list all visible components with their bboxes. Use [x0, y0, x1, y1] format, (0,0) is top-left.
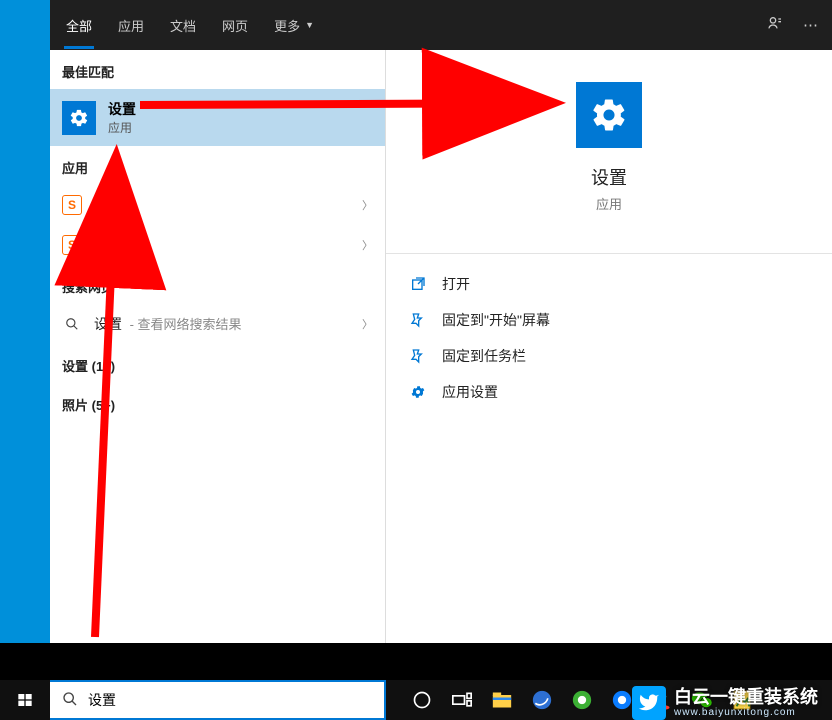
sogou-icon: S	[62, 235, 82, 255]
start-button[interactable]	[0, 680, 50, 720]
action-app-settings[interactable]: 应用设置	[408, 374, 810, 410]
section-photos-count[interactable]: 照片 (5+)	[50, 383, 385, 422]
search-popup: 全部 应用 文档 网页 更多 ▼ ⋯ 最佳匹配	[50, 0, 832, 643]
task-view-icon[interactable]	[450, 688, 474, 712]
app-row-1-label: 设置	[94, 195, 122, 215]
section-best-match: 最佳匹配	[50, 50, 385, 89]
detail-sub: 应用	[596, 194, 622, 213]
best-match-sub: 应用	[108, 119, 136, 136]
desktop-edge	[0, 0, 50, 643]
tab-more-label: 更多	[274, 16, 300, 35]
watermark-title: 白云一键重装系统	[674, 688, 818, 708]
open-icon	[410, 276, 428, 292]
app-row-2-label: 设置向导	[94, 235, 150, 255]
tab-docs[interactable]: 文档	[168, 2, 198, 49]
search-box[interactable]	[50, 680, 386, 720]
chevron-right-icon: 〉	[362, 316, 373, 332]
search-input[interactable]	[88, 692, 372, 708]
section-apps: 应用	[50, 146, 385, 185]
detail-pane: 设置 应用 打开 固定到"开始"屏幕	[386, 50, 832, 643]
action-pin-taskbar-label: 固定到任务栏	[442, 346, 526, 366]
more-options-icon[interactable]: ⋯	[803, 16, 818, 34]
tab-more[interactable]: 更多 ▼	[272, 2, 316, 49]
results-list: 最佳匹配 设置 应用 应用 S 设置 〉 S	[50, 50, 386, 643]
sogou-icon: S	[62, 195, 82, 215]
action-pin-start[interactable]: 固定到"开始"屏幕	[408, 302, 810, 338]
action-open-label: 打开	[442, 274, 470, 294]
gear-icon	[576, 82, 642, 148]
web-row[interactable]: 设置 - 查看网络搜索结果 〉	[50, 304, 385, 344]
search-tabbar: 全部 应用 文档 网页 更多 ▼ ⋯	[50, 0, 832, 50]
pin-icon	[410, 348, 428, 364]
task-browser-icon[interactable]	[530, 688, 554, 712]
action-pin-taskbar[interactable]: 固定到任务栏	[408, 338, 810, 374]
task-app-icon[interactable]	[610, 688, 634, 712]
best-match-item[interactable]: 设置 应用	[50, 89, 385, 146]
pin-icon	[410, 312, 428, 328]
section-settings-count[interactable]: 设置 (1+)	[50, 344, 385, 383]
task-explorer-icon[interactable]	[490, 688, 514, 712]
task-360-icon[interactable]	[570, 688, 594, 712]
app-row-1[interactable]: S 设置 〉	[50, 185, 385, 225]
chevron-right-icon: 〉	[362, 237, 373, 253]
tab-web[interactable]: 网页	[220, 2, 250, 49]
search-icon	[62, 691, 78, 710]
search-icon	[62, 317, 82, 331]
section-web: 搜索网页	[50, 265, 385, 304]
tab-all[interactable]: 全部	[64, 2, 94, 49]
action-app-settings-label: 应用设置	[442, 382, 498, 402]
watermark-url: www.baiyunxitong.com	[674, 707, 818, 718]
watermark: 白云一键重装系统 www.baiyunxitong.com	[632, 686, 818, 720]
chevron-right-icon: 〉	[362, 197, 373, 213]
cortana-icon[interactable]	[410, 688, 434, 712]
detail-title: 设置	[591, 164, 627, 190]
action-open[interactable]: 打开	[408, 266, 810, 302]
chevron-down-icon: ▼	[305, 20, 314, 30]
web-row-term: 设置	[94, 316, 122, 332]
action-pin-start-label: 固定到"开始"屏幕	[442, 310, 550, 330]
watermark-logo	[632, 686, 666, 720]
gear-icon	[410, 384, 428, 400]
feedback-icon[interactable]	[767, 15, 783, 35]
web-row-hint: - 查看网络搜索结果	[126, 317, 242, 332]
app-row-2[interactable]: S 设置向导 〉	[50, 225, 385, 265]
gear-icon	[62, 101, 96, 135]
best-match-title: 设置	[108, 99, 136, 119]
tab-apps[interactable]: 应用	[116, 2, 146, 49]
